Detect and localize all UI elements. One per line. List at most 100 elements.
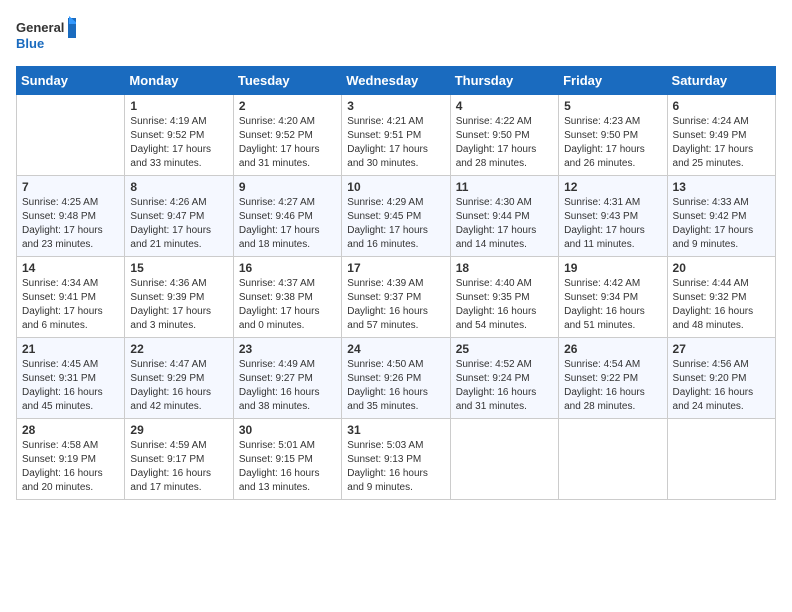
day-number: 12 <box>564 180 661 194</box>
calendar-cell: 14 Sunrise: 4:34 AM Sunset: 9:41 PM Dayli… <box>17 257 125 338</box>
calendar-cell: 16 Sunrise: 4:37 AM Sunset: 9:38 PM Dayli… <box>233 257 341 338</box>
day-number: 21 <box>22 342 119 356</box>
page-header: General Blue <box>16 16 776 56</box>
calendar-cell: 24Sunrise: 4:50 AM Sunset: 9:26 PM Dayli… <box>342 338 450 419</box>
calendar-cell: 27 Sunrise: 4:56 AM Sunset: 9:20 PM Dayli… <box>667 338 775 419</box>
day-info: Sunrise: 4:58 AM Sunset: 9:19 PM Dayligh… <box>22 439 119 495</box>
day-info: Sunrise: 4:30 AM Sunset: 9:44 PM Dayligh… <box>456 196 553 252</box>
day-number: 30 <box>239 423 336 437</box>
calendar-cell <box>667 419 775 500</box>
day-info: Sunrise: 4:24 AM Sunset: 9:49 PM Dayligh… <box>673 115 770 171</box>
day-number: 29 <box>130 423 227 437</box>
day-number: 15 <box>130 261 227 275</box>
calendar-cell: 21 Sunrise: 4:45 AM Sunset: 9:31 PM Dayli… <box>17 338 125 419</box>
day-number: 31 <box>347 423 444 437</box>
day-info: Sunrise: 4:49 AM Sunset: 9:27 PM Dayligh… <box>239 358 336 414</box>
day-number: 11 <box>456 180 553 194</box>
day-info: Sunrise: 4:45 AM Sunset: 9:31 PM Dayligh… <box>22 358 119 414</box>
day-number: 28 <box>22 423 119 437</box>
calendar-cell: 1 Sunrise: 4:19 AM Sunset: 9:52 PM Daylig… <box>125 95 233 176</box>
day-info: Sunrise: 4:47 AM Sunset: 9:29 PM Dayligh… <box>130 358 227 414</box>
day-header-wednesday: Wednesday <box>342 67 450 95</box>
calendar-cell: 10Sunrise: 4:29 AM Sunset: 9:45 PM Dayli… <box>342 176 450 257</box>
calendar-cell: 23 Sunrise: 4:49 AM Sunset: 9:27 PM Dayli… <box>233 338 341 419</box>
calendar-cell: 7Sunrise: 4:25 AM Sunset: 9:48 PM Daylig… <box>17 176 125 257</box>
logo-svg: General Blue <box>16 16 76 56</box>
calendar-cell: 31 Sunrise: 5:03 AM Sunset: 9:13 PM Dayli… <box>342 419 450 500</box>
day-info: Sunrise: 4:20 AM Sunset: 9:52 PM Dayligh… <box>239 115 336 171</box>
day-number: 1 <box>130 99 227 113</box>
calendar-cell: 22 Sunrise: 4:47 AM Sunset: 9:29 PM Dayli… <box>125 338 233 419</box>
day-header-monday: Monday <box>125 67 233 95</box>
day-info: Sunrise: 4:52 AM Sunset: 9:24 PM Dayligh… <box>456 358 553 414</box>
calendar-cell: 28 Sunrise: 4:58 AM Sunset: 9:19 PM Dayli… <box>17 419 125 500</box>
day-number: 19 <box>564 261 661 275</box>
day-number: 20 <box>673 261 770 275</box>
day-info: Sunrise: 4:50 AM Sunset: 9:26 PM Dayligh… <box>347 358 444 414</box>
day-number: 4 <box>456 99 553 113</box>
calendar-cell: 15 Sunrise: 4:36 AM Sunset: 9:39 PM Dayli… <box>125 257 233 338</box>
day-info: Sunrise: 4:56 AM Sunset: 9:20 PM Dayligh… <box>673 358 770 414</box>
calendar-cell: 3 Sunrise: 4:21 AM Sunset: 9:51 PM Daylig… <box>342 95 450 176</box>
calendar-cell: 13 Sunrise: 4:33 AM Sunset: 9:42 PM Dayli… <box>667 176 775 257</box>
day-number: 23 <box>239 342 336 356</box>
day-number: 25 <box>456 342 553 356</box>
day-number: 8 <box>130 180 227 194</box>
calendar-cell <box>17 95 125 176</box>
calendar-cell: 6 Sunrise: 4:24 AM Sunset: 9:49 PM Daylig… <box>667 95 775 176</box>
calendar-cell: 20 Sunrise: 4:44 AM Sunset: 9:32 PM Dayli… <box>667 257 775 338</box>
day-number: 6 <box>673 99 770 113</box>
calendar-cell: 9 Sunrise: 4:27 AM Sunset: 9:46 PM Daylig… <box>233 176 341 257</box>
calendar-cell: 26 Sunrise: 4:54 AM Sunset: 9:22 PM Dayli… <box>559 338 667 419</box>
calendar-cell: 8 Sunrise: 4:26 AM Sunset: 9:47 PM Daylig… <box>125 176 233 257</box>
day-info: Sunrise: 4:34 AM Sunset: 9:41 PM Dayligh… <box>22 277 119 333</box>
calendar-cell: 11 Sunrise: 4:30 AM Sunset: 9:44 PM Dayli… <box>450 176 558 257</box>
day-info: Sunrise: 4:22 AM Sunset: 9:50 PM Dayligh… <box>456 115 553 171</box>
day-info: Sunrise: 4:54 AM Sunset: 9:22 PM Dayligh… <box>564 358 661 414</box>
svg-text:Blue: Blue <box>16 36 44 51</box>
logo: General Blue <box>16 16 76 56</box>
day-info: Sunrise: 4:33 AM Sunset: 9:42 PM Dayligh… <box>673 196 770 252</box>
day-info: Sunrise: 4:40 AM Sunset: 9:35 PM Dayligh… <box>456 277 553 333</box>
day-info: Sunrise: 4:19 AM Sunset: 9:52 PM Dayligh… <box>130 115 227 171</box>
calendar-cell: 25 Sunrise: 4:52 AM Sunset: 9:24 PM Dayli… <box>450 338 558 419</box>
day-number: 27 <box>673 342 770 356</box>
day-header-tuesday: Tuesday <box>233 67 341 95</box>
day-header-sunday: Sunday <box>17 67 125 95</box>
calendar-cell: 30Sunrise: 5:01 AM Sunset: 9:15 PM Dayli… <box>233 419 341 500</box>
day-number: 16 <box>239 261 336 275</box>
day-info: Sunrise: 4:29 AM Sunset: 9:45 PM Dayligh… <box>347 196 444 252</box>
calendar-table: SundayMondayTuesdayWednesdayThursdayFrid… <box>16 66 776 500</box>
day-number: 13 <box>673 180 770 194</box>
calendar-cell: 18 Sunrise: 4:40 AM Sunset: 9:35 PM Dayli… <box>450 257 558 338</box>
day-number: 22 <box>130 342 227 356</box>
svg-text:General: General <box>16 20 64 35</box>
day-info: Sunrise: 4:37 AM Sunset: 9:38 PM Dayligh… <box>239 277 336 333</box>
day-number: 7 <box>22 180 119 194</box>
calendar-cell: 17Sunrise: 4:39 AM Sunset: 9:37 PM Dayli… <box>342 257 450 338</box>
calendar-cell <box>559 419 667 500</box>
day-info: Sunrise: 4:44 AM Sunset: 9:32 PM Dayligh… <box>673 277 770 333</box>
calendar-cell: 29 Sunrise: 4:59 AM Sunset: 9:17 PM Dayli… <box>125 419 233 500</box>
day-number: 26 <box>564 342 661 356</box>
day-header-thursday: Thursday <box>450 67 558 95</box>
calendar-cell: 12 Sunrise: 4:31 AM Sunset: 9:43 PM Dayli… <box>559 176 667 257</box>
calendar-cell: 5Sunrise: 4:23 AM Sunset: 9:50 PM Daylig… <box>559 95 667 176</box>
day-header-friday: Friday <box>559 67 667 95</box>
calendar-cell <box>450 419 558 500</box>
day-info: Sunrise: 4:21 AM Sunset: 9:51 PM Dayligh… <box>347 115 444 171</box>
day-info: Sunrise: 4:59 AM Sunset: 9:17 PM Dayligh… <box>130 439 227 495</box>
day-info: Sunrise: 4:26 AM Sunset: 9:47 PM Dayligh… <box>130 196 227 252</box>
calendar-cell: 2 Sunrise: 4:20 AM Sunset: 9:52 PM Daylig… <box>233 95 341 176</box>
day-number: 2 <box>239 99 336 113</box>
day-info: Sunrise: 4:36 AM Sunset: 9:39 PM Dayligh… <box>130 277 227 333</box>
day-info: Sunrise: 5:03 AM Sunset: 9:13 PM Dayligh… <box>347 439 444 495</box>
day-number: 3 <box>347 99 444 113</box>
day-number: 17 <box>347 261 444 275</box>
day-info: Sunrise: 4:27 AM Sunset: 9:46 PM Dayligh… <box>239 196 336 252</box>
day-number: 14 <box>22 261 119 275</box>
day-info: Sunrise: 4:31 AM Sunset: 9:43 PM Dayligh… <box>564 196 661 252</box>
day-number: 18 <box>456 261 553 275</box>
day-number: 9 <box>239 180 336 194</box>
calendar-cell: 19Sunrise: 4:42 AM Sunset: 9:34 PM Dayli… <box>559 257 667 338</box>
